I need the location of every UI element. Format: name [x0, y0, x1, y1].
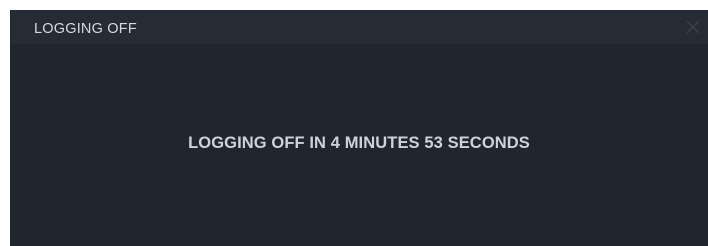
countdown-message: LOGGING OFF IN 4 MINUTES 53 SECONDS: [188, 134, 530, 152]
close-button[interactable]: [682, 16, 704, 38]
logoff-dialog: LOGGING OFF LOGGING OFF IN 4 MINUTES 53 …: [10, 10, 708, 246]
close-icon[interactable]: [682, 16, 704, 38]
dialog-title: LOGGING OFF: [34, 21, 137, 37]
dialog-titlebar: LOGGING OFF: [10, 10, 708, 44]
